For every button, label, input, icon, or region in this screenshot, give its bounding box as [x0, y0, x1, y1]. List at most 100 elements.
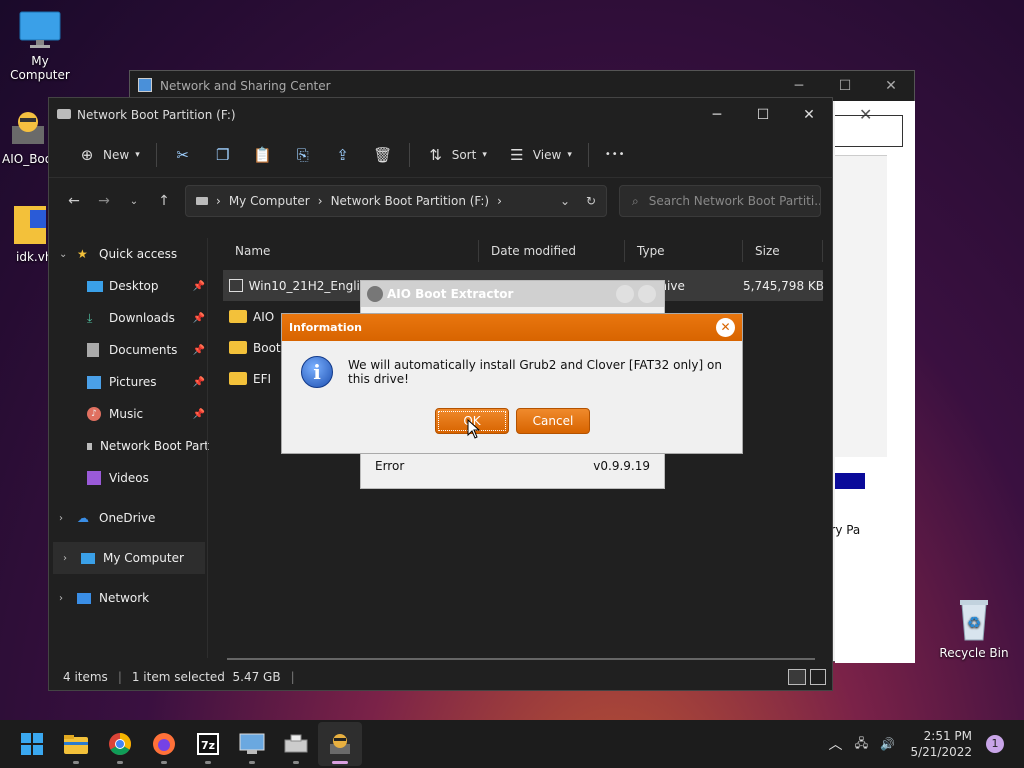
- chevron-up-icon[interactable]: ︿: [822, 734, 848, 754]
- share-button[interactable]: ⇪: [323, 139, 363, 171]
- information-message: We will automatically install Grub2 and …: [348, 358, 722, 386]
- refresh-icon[interactable]: ↻: [586, 194, 596, 208]
- sidebar-item-my-computer[interactable]: › My Computer: [53, 542, 205, 574]
- search-input[interactable]: ⌕ Search Network Boot Partiti...: [619, 185, 821, 217]
- notification-badge[interactable]: 1: [986, 735, 1004, 753]
- information-titlebar[interactable]: Information ✕: [282, 314, 742, 341]
- minimize-icon[interactable]: ─: [694, 98, 740, 132]
- sidebar-item-pictures[interactable]: Pictures 📌: [49, 366, 209, 398]
- sort-button-label: Sort: [451, 147, 477, 162]
- sidebar-item-label: My Computer: [103, 551, 184, 565]
- desktop-icon-my-computer[interactable]: My Computer: [0, 10, 80, 82]
- chevron-down-icon: ▾: [135, 149, 140, 160]
- paste-button[interactable]: 📋: [243, 139, 283, 171]
- sidebar-item-documents[interactable]: Documents 📌: [49, 334, 209, 366]
- sidebar-item-label: Desktop: [109, 279, 159, 293]
- new-button[interactable]: ⊕ New ▾: [67, 139, 150, 171]
- expand-chevron-icon: ›: [63, 552, 67, 564]
- sidebar-item-videos[interactable]: Videos: [49, 462, 209, 494]
- recent-locations-chevron-icon[interactable]: ⌄: [119, 196, 149, 207]
- vhd-file-icon: [10, 204, 50, 246]
- sidebar-item-onedrive[interactable]: › ☁ OneDrive: [49, 502, 209, 534]
- star-icon: ★: [77, 247, 88, 261]
- horizontal-scrollbar[interactable]: [227, 658, 815, 660]
- taskbar-app-7zip[interactable]: 7z: [186, 722, 230, 766]
- back-arrow-icon[interactable]: ←: [59, 193, 89, 209]
- breadcrumb-drive[interactable]: Network Boot Partition (F:): [331, 194, 490, 208]
- pin-icon[interactable]: 📌: [193, 409, 205, 420]
- file-name: AIO: [253, 309, 275, 324]
- sidebar-item-quick-access[interactable]: ⌄ ★ Quick access: [49, 238, 209, 270]
- taskbar-app-file-explorer[interactable]: [54, 722, 98, 766]
- information-dialog[interactable]: Information ✕ i We will automatically in…: [281, 313, 743, 454]
- tiles-view-icon[interactable]: [810, 669, 826, 685]
- minimize-icon[interactable]: [616, 285, 634, 303]
- sidebar-divider[interactable]: [207, 238, 208, 658]
- cut-button[interactable]: ✂: [163, 139, 203, 171]
- taskbar-app-network-center[interactable]: [230, 722, 274, 766]
- more-options-icon: •••: [604, 149, 626, 160]
- taskbar-app-chrome[interactable]: [98, 722, 142, 766]
- close-icon[interactable]: ✕: [716, 318, 735, 337]
- plus-icon: ⊕: [80, 145, 94, 164]
- start-button[interactable]: [10, 722, 54, 766]
- sort-button[interactable]: ⇅ Sort ▾: [416, 139, 497, 171]
- taskbar-app-aio-boot[interactable]: [318, 722, 362, 766]
- breadcrumb-separator-icon: ›: [317, 194, 323, 208]
- status-divider: |: [117, 670, 122, 684]
- pin-icon[interactable]: 📌: [193, 377, 205, 388]
- rename-button[interactable]: ⎘: [283, 139, 323, 171]
- more-options-button[interactable]: •••: [595, 139, 636, 171]
- download-icon: ⤓: [87, 310, 93, 325]
- breadcrumb-my-computer[interactable]: My Computer: [229, 194, 310, 208]
- pin-icon[interactable]: 📌: [193, 345, 205, 356]
- column-header-date[interactable]: Date modified: [479, 240, 625, 262]
- taskbar-app-drive-tool[interactable]: [274, 722, 318, 766]
- drive-icon: [196, 197, 208, 205]
- svg-text:♻: ♻: [967, 613, 981, 632]
- drive-icon: [57, 109, 71, 119]
- sidebar-item-downloads[interactable]: ⤓ Downloads 📌: [49, 302, 209, 334]
- pin-icon[interactable]: 📌: [193, 313, 205, 324]
- up-arrow-icon[interactable]: ↑: [149, 193, 179, 209]
- address-bar[interactable]: › My Computer › Network Boot Partition (…: [185, 185, 607, 217]
- column-header-size[interactable]: Size: [743, 240, 823, 262]
- network-tray-icon[interactable]: 🖧: [848, 734, 874, 755]
- forward-arrow-icon[interactable]: →: [89, 193, 119, 209]
- desktop-icon-recycle-bin[interactable]: ♻ Recycle Bin: [934, 596, 1014, 660]
- aio-titlebar[interactable]: AIO Boot Extractor: [361, 281, 664, 307]
- close-icon[interactable]: ✕: [786, 98, 832, 132]
- sidebar-item-label: Network: [99, 591, 150, 605]
- column-header-name[interactable]: Name: [223, 240, 479, 262]
- sidebar-item-label: Downloads: [109, 311, 175, 325]
- document-icon: [87, 343, 99, 357]
- address-dropdown-icon[interactable]: ⌄: [560, 194, 570, 208]
- search-placeholder: Search Network Boot Partiti...: [648, 194, 821, 208]
- sidebar-item-desktop[interactable]: Desktop 📌: [49, 270, 209, 302]
- aio-error-label: Error: [375, 459, 405, 473]
- cloud-icon: ☁: [77, 511, 89, 525]
- copy-button[interactable]: ❐: [203, 139, 243, 171]
- view-button[interactable]: ☰ View ▾: [497, 139, 582, 171]
- sidebar-item-network-boot-partition[interactable]: Network Boot Part: [49, 430, 209, 462]
- network-icon: [77, 592, 91, 604]
- clock[interactable]: 2:51 PM 5/21/2022: [910, 728, 972, 760]
- details-view-icon[interactable]: [788, 669, 806, 685]
- sidebar-item-label: Network Boot Part: [99, 439, 209, 453]
- close-icon[interactable]: ✕: [868, 71, 914, 101]
- taskbar-app-firefox[interactable]: [142, 722, 186, 766]
- pin-icon[interactable]: 📌: [193, 281, 205, 292]
- sidebar-item-network[interactable]: › Network: [49, 582, 209, 614]
- cancel-button[interactable]: Cancel: [516, 408, 590, 434]
- sidebar-item-music[interactable]: ♪ Music 📌: [49, 398, 209, 430]
- windows-logo-icon: [21, 733, 43, 755]
- item-count: 4 items: [63, 670, 108, 684]
- explorer-titlebar[interactable]: Network Boot Partition (F:) ─ ☐ ✕: [49, 98, 832, 132]
- volume-icon[interactable]: 🔊: [874, 737, 900, 751]
- delete-button[interactable]: 🗑: [363, 139, 403, 171]
- close-icon[interactable]: [638, 285, 656, 303]
- breadcrumb-separator-icon: ›: [497, 194, 502, 208]
- breadcrumb-separator-icon: ›: [216, 194, 221, 208]
- maximize-icon[interactable]: ☐: [740, 98, 786, 132]
- column-header-type[interactable]: Type: [625, 240, 743, 262]
